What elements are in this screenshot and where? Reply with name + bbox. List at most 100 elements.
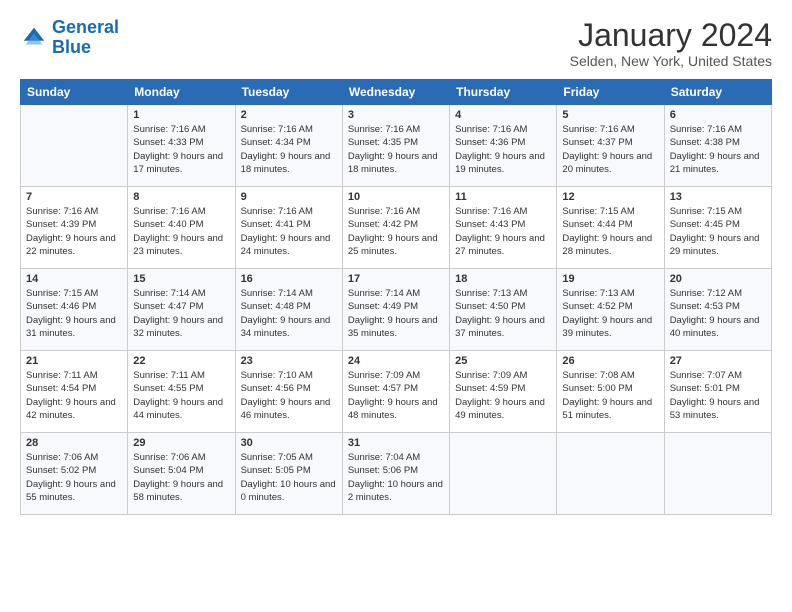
cell-1-1 (21, 105, 128, 187)
cell-2-4: 10 Sunrise: 7:16 AMSunset: 4:42 PMDayligh… (342, 187, 449, 269)
logo: General Blue (20, 18, 119, 58)
cell-4-4: 24 Sunrise: 7:09 AMSunset: 4:57 PMDayligh… (342, 351, 449, 433)
cell-2-5: 11 Sunrise: 7:16 AMSunset: 4:43 PMDayligh… (450, 187, 557, 269)
day-info: Sunrise: 7:14 AMSunset: 4:49 PMDaylight:… (348, 287, 444, 340)
cell-5-4: 31 Sunrise: 7:04 AMSunset: 5:06 PMDayligh… (342, 433, 449, 515)
cell-5-5 (450, 433, 557, 515)
day-number: 20 (670, 273, 766, 285)
day-info: Sunrise: 7:14 AMSunset: 4:48 PMDaylight:… (241, 287, 337, 340)
cell-5-7 (664, 433, 771, 515)
day-info: Sunrise: 7:16 AMSunset: 4:37 PMDaylight:… (562, 123, 658, 176)
day-number: 9 (241, 191, 337, 203)
day-info: Sunrise: 7:15 AMSunset: 4:45 PMDaylight:… (670, 205, 766, 258)
day-number: 17 (348, 273, 444, 285)
day-number: 8 (133, 191, 229, 203)
day-number: 2 (241, 109, 337, 121)
day-number: 12 (562, 191, 658, 203)
cell-4-7: 27Sunrise: 7:07 AMSunset: 5:01 PMDayligh… (664, 351, 771, 433)
day-number: 25 (455, 355, 551, 367)
day-info: Sunrise: 7:10 AMSunset: 4:56 PMDaylight:… (241, 369, 337, 422)
cell-1-3: 2 Sunrise: 7:16 AMSunset: 4:34 PMDaylight… (235, 105, 342, 187)
day-number: 16 (241, 273, 337, 285)
day-number: 10 (348, 191, 444, 203)
col-tuesday: Tuesday (235, 80, 342, 105)
day-number: 23 (241, 355, 337, 367)
day-number: 15 (133, 273, 229, 285)
col-friday: Friday (557, 80, 664, 105)
cell-1-4: 3Sunrise: 7:16 AMSunset: 4:35 PMDaylight… (342, 105, 449, 187)
day-number: 26 (562, 355, 658, 367)
week-row-4: 21 Sunrise: 7:11 AMSunset: 4:54 PMDayligh… (21, 351, 772, 433)
week-row-1: 1 Sunrise: 7:16 AMSunset: 4:33 PMDaylight… (21, 105, 772, 187)
cell-5-6 (557, 433, 664, 515)
day-info: Sunrise: 7:16 AMSunset: 4:43 PMDaylight:… (455, 205, 551, 258)
header: General Blue January 2024 Selden, New Yo… (20, 18, 772, 69)
cell-1-5: 4Sunrise: 7:16 AMSunset: 4:36 PMDaylight… (450, 105, 557, 187)
cell-5-3: 30 Sunrise: 7:05 AMSunset: 5:05 PMDayligh… (235, 433, 342, 515)
col-thursday: Thursday (450, 80, 557, 105)
cell-1-2: 1 Sunrise: 7:16 AMSunset: 4:33 PMDaylight… (128, 105, 235, 187)
day-info: Sunrise: 7:14 AMSunset: 4:47 PMDaylight:… (133, 287, 229, 340)
cell-5-2: 29 Sunrise: 7:06 AMSunset: 5:04 PMDayligh… (128, 433, 235, 515)
location: Selden, New York, United States (570, 53, 772, 69)
day-number: 30 (241, 437, 337, 449)
day-info: Sunrise: 7:11 AMSunset: 4:54 PMDaylight:… (26, 369, 122, 422)
header-row: Sunday Monday Tuesday Wednesday Thursday… (21, 80, 772, 105)
week-row-2: 7Sunrise: 7:16 AMSunset: 4:39 PMDaylight… (21, 187, 772, 269)
cell-3-4: 17 Sunrise: 7:14 AMSunset: 4:49 PMDayligh… (342, 269, 449, 351)
day-number: 22 (133, 355, 229, 367)
cell-2-2: 8 Sunrise: 7:16 AMSunset: 4:40 PMDaylight… (128, 187, 235, 269)
cell-2-6: 12 Sunrise: 7:15 AMSunset: 4:44 PMDayligh… (557, 187, 664, 269)
day-info: Sunrise: 7:16 AMSunset: 4:40 PMDaylight:… (133, 205, 229, 258)
day-number: 28 (26, 437, 122, 449)
day-info: Sunrise: 7:16 AMSunset: 4:35 PMDaylight:… (348, 123, 444, 176)
day-number: 5 (562, 109, 658, 121)
cell-3-1: 14 Sunrise: 7:15 AMSunset: 4:46 PMDayligh… (21, 269, 128, 351)
cell-2-3: 9 Sunrise: 7:16 AMSunset: 4:41 PMDaylight… (235, 187, 342, 269)
day-info: Sunrise: 7:12 AMSunset: 4:53 PMDaylight:… (670, 287, 766, 340)
cell-3-5: 18 Sunrise: 7:13 AMSunset: 4:50 PMDayligh… (450, 269, 557, 351)
week-row-3: 14 Sunrise: 7:15 AMSunset: 4:46 PMDayligh… (21, 269, 772, 351)
col-sunday: Sunday (21, 80, 128, 105)
day-info: Sunrise: 7:16 AMSunset: 4:33 PMDaylight:… (133, 123, 229, 176)
cell-2-1: 7Sunrise: 7:16 AMSunset: 4:39 PMDaylight… (21, 187, 128, 269)
day-number: 31 (348, 437, 444, 449)
cell-3-7: 20 Sunrise: 7:12 AMSunset: 4:53 PMDayligh… (664, 269, 771, 351)
cell-5-1: 28Sunrise: 7:06 AMSunset: 5:02 PMDayligh… (21, 433, 128, 515)
calendar-table: Sunday Monday Tuesday Wednesday Thursday… (20, 79, 772, 515)
day-info: Sunrise: 7:08 AMSunset: 5:00 PMDaylight:… (562, 369, 658, 422)
day-info: Sunrise: 7:16 AMSunset: 4:36 PMDaylight:… (455, 123, 551, 176)
logo-line2: Blue (52, 37, 91, 57)
day-info: Sunrise: 7:09 AMSunset: 4:57 PMDaylight:… (348, 369, 444, 422)
cell-1-7: 6 Sunrise: 7:16 AMSunset: 4:38 PMDaylight… (664, 105, 771, 187)
cell-4-1: 21 Sunrise: 7:11 AMSunset: 4:54 PMDayligh… (21, 351, 128, 433)
day-info: Sunrise: 7:15 AMSunset: 4:44 PMDaylight:… (562, 205, 658, 258)
day-info: Sunrise: 7:16 AMSunset: 4:34 PMDaylight:… (241, 123, 337, 176)
day-number: 14 (26, 273, 122, 285)
cell-2-7: 13 Sunrise: 7:15 AMSunset: 4:45 PMDayligh… (664, 187, 771, 269)
day-number: 11 (455, 191, 551, 203)
logo-line1: General (52, 17, 119, 37)
day-info: Sunrise: 7:04 AMSunset: 5:06 PMDaylight:… (348, 451, 444, 504)
day-number: 21 (26, 355, 122, 367)
col-monday: Monday (128, 80, 235, 105)
day-number: 27 (670, 355, 766, 367)
logo-icon (20, 24, 48, 52)
day-number: 29 (133, 437, 229, 449)
day-info: Sunrise: 7:13 AMSunset: 4:50 PMDaylight:… (455, 287, 551, 340)
day-info: Sunrise: 7:16 AMSunset: 4:38 PMDaylight:… (670, 123, 766, 176)
day-info: Sunrise: 7:16 AMSunset: 4:41 PMDaylight:… (241, 205, 337, 258)
day-number: 7 (26, 191, 122, 203)
day-number: 1 (133, 109, 229, 121)
logo-text: General Blue (52, 18, 119, 58)
day-info: Sunrise: 7:13 AMSunset: 4:52 PMDaylight:… (562, 287, 658, 340)
day-info: Sunrise: 7:16 AMSunset: 4:42 PMDaylight:… (348, 205, 444, 258)
day-info: Sunrise: 7:06 AMSunset: 5:04 PMDaylight:… (133, 451, 229, 504)
title-block: January 2024 Selden, New York, United St… (570, 18, 772, 69)
day-number: 24 (348, 355, 444, 367)
day-info: Sunrise: 7:05 AMSunset: 5:05 PMDaylight:… (241, 451, 337, 504)
day-info: Sunrise: 7:15 AMSunset: 4:46 PMDaylight:… (26, 287, 122, 340)
day-number: 13 (670, 191, 766, 203)
day-number: 6 (670, 109, 766, 121)
day-number: 18 (455, 273, 551, 285)
